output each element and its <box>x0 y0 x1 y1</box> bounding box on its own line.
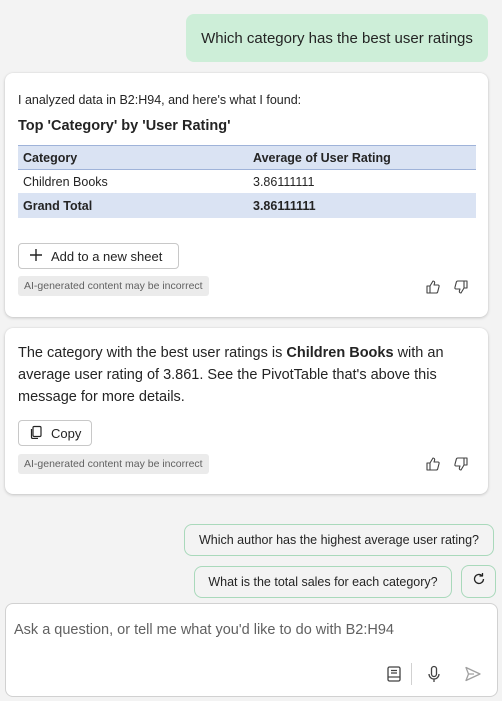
response-intro: I analyzed data in B2:H94, and here's wh… <box>18 93 302 107</box>
microphone-icon[interactable] <box>423 663 445 685</box>
refresh-icon <box>472 572 486 591</box>
pivot-table: Category Average of User Rating Children… <box>18 145 476 218</box>
chat-composer <box>5 603 498 697</box>
thumbs-up-icon[interactable] <box>424 455 442 473</box>
add-to-new-sheet-label: Add to a new sheet <box>51 248 163 264</box>
pivot-header-category: Category <box>23 150 78 165</box>
response-card-answer: The category with the best user ratings … <box>5 328 488 494</box>
notebook-icon[interactable] <box>383 663 405 685</box>
ai-disclaimer-badge: AI-generated content may be incorrect <box>18 276 209 296</box>
add-to-new-sheet-button[interactable]: Add to a new sheet <box>18 243 179 269</box>
plus-icon <box>29 248 43 265</box>
chat-input[interactable] <box>14 618 484 642</box>
suggestion-chip-label: What is the total sales for each categor… <box>208 575 438 589</box>
composer-divider <box>411 663 412 685</box>
suggestion-chip-sales[interactable]: What is the total sales for each categor… <box>194 566 452 598</box>
user-message-bubble: Which category has the best user ratings <box>186 14 488 62</box>
thumbs-down-icon[interactable] <box>452 278 470 296</box>
send-icon[interactable] <box>462 663 484 685</box>
pivot-total-label: Grand Total <box>18 193 248 218</box>
pivot-cell-category: Children Books <box>18 169 248 194</box>
answer-bold-category: Children Books <box>286 345 394 361</box>
pivot-total-row: Grand Total 3.86111111 <box>18 193 476 218</box>
user-message-text: Which category has the best user ratings <box>201 29 473 47</box>
answer-text: The category with the best user ratings … <box>18 342 478 408</box>
thumbs-down-icon[interactable] <box>452 455 470 473</box>
pivot-cell-rating: 3.86111111 <box>248 169 476 194</box>
pivot-header-row: Category Average of User Rating <box>18 145 476 170</box>
suggestion-chip-author[interactable]: Which author has the highest average use… <box>184 524 494 556</box>
answer-text-before: The category with the best user ratings … <box>18 345 287 361</box>
copy-label: Copy <box>51 425 82 441</box>
suggestion-chip-label: Which author has the highest average use… <box>198 533 480 547</box>
refresh-suggestions-button[interactable] <box>461 565 496 598</box>
pivot-total-value: 3.86111111 <box>248 193 476 218</box>
pivot-data-row: Children Books 3.86111111 <box>18 169 476 194</box>
ai-disclaimer-badge: AI-generated content may be incorrect <box>18 454 209 474</box>
copy-icon <box>29 425 43 442</box>
response-card-pivot: I analyzed data in B2:H94, and here's wh… <box>5 73 488 317</box>
thumbs-up-icon[interactable] <box>424 278 442 296</box>
copy-button[interactable]: Copy <box>18 420 92 446</box>
pivot-title: Top 'Category' by 'User Rating' <box>18 118 231 134</box>
pivot-header-rating: Average of User Rating <box>253 150 391 165</box>
